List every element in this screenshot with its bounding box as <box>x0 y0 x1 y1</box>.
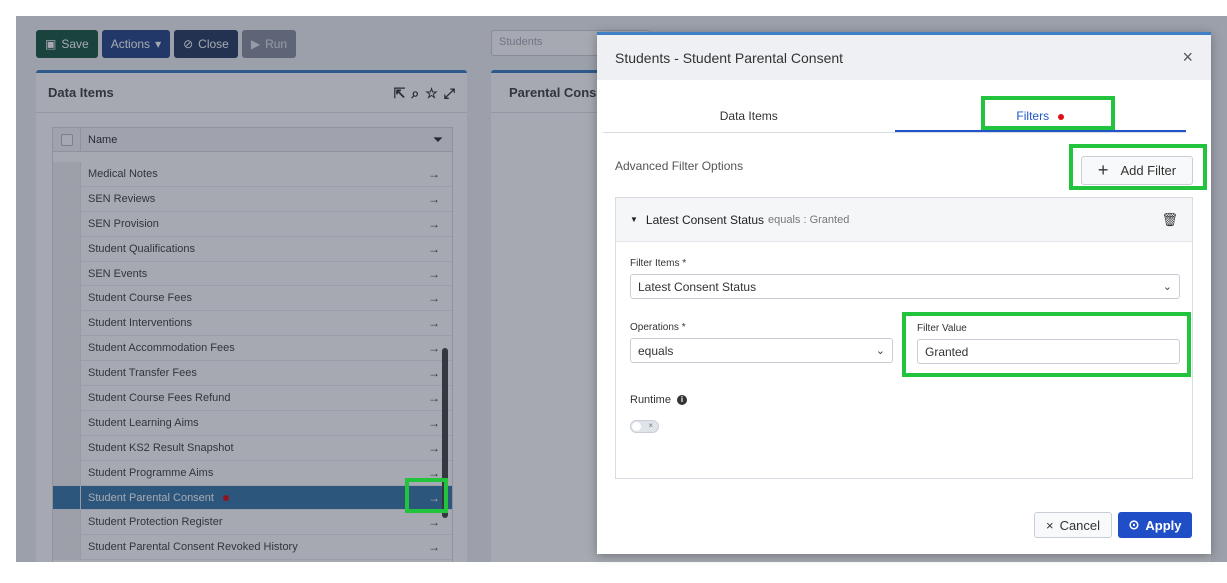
chevron-down-icon: ⌄ <box>875 345 885 357</box>
close-icon[interactable]: × <box>1182 47 1193 68</box>
tab-data-items[interactable]: Data Items <box>603 95 895 132</box>
caret-down-icon: ▼ <box>630 215 638 224</box>
filter-modal: Students - Student Parental Consent × Da… <box>597 32 1211 554</box>
filter-summary: equals : Granted <box>768 213 850 226</box>
advanced-filter-label: Advanced Filter Options <box>615 159 744 173</box>
chevron-down-icon: ⌄ <box>1162 281 1172 293</box>
check-circle-icon: ⊙ <box>1128 517 1140 532</box>
filter-card-header[interactable]: ▼ Latest Consent Status equals : Granted… <box>616 198 1192 242</box>
highlight-filters-tab <box>981 96 1115 130</box>
filter-items-label: Filter Items * <box>630 258 687 269</box>
highlight-add-filter <box>1069 144 1207 190</box>
highlight-filter-value <box>902 312 1191 377</box>
cancel-button[interactable]: × Cancel <box>1034 512 1112 538</box>
operations-select[interactable]: equals ⌄ <box>630 338 893 363</box>
highlight-row-arrow <box>405 478 448 513</box>
filter-name: Latest Consent Status <box>645 212 764 227</box>
runtime-label: Runtime <box>630 394 671 406</box>
info-icon[interactable]: i <box>676 395 687 405</box>
trash-icon[interactable]: 🗑 <box>1161 212 1178 228</box>
close-icon: × <box>1045 517 1054 533</box>
filter-items-select[interactable]: Latest Consent Status ⌄ <box>630 274 1180 299</box>
runtime-toggle[interactable]: × <box>630 420 659 433</box>
operations-label: Operations * <box>630 322 686 333</box>
apply-button[interactable]: ⊙ Apply <box>1118 512 1192 538</box>
modal-title: Students - Student Parental Consent <box>615 49 844 66</box>
